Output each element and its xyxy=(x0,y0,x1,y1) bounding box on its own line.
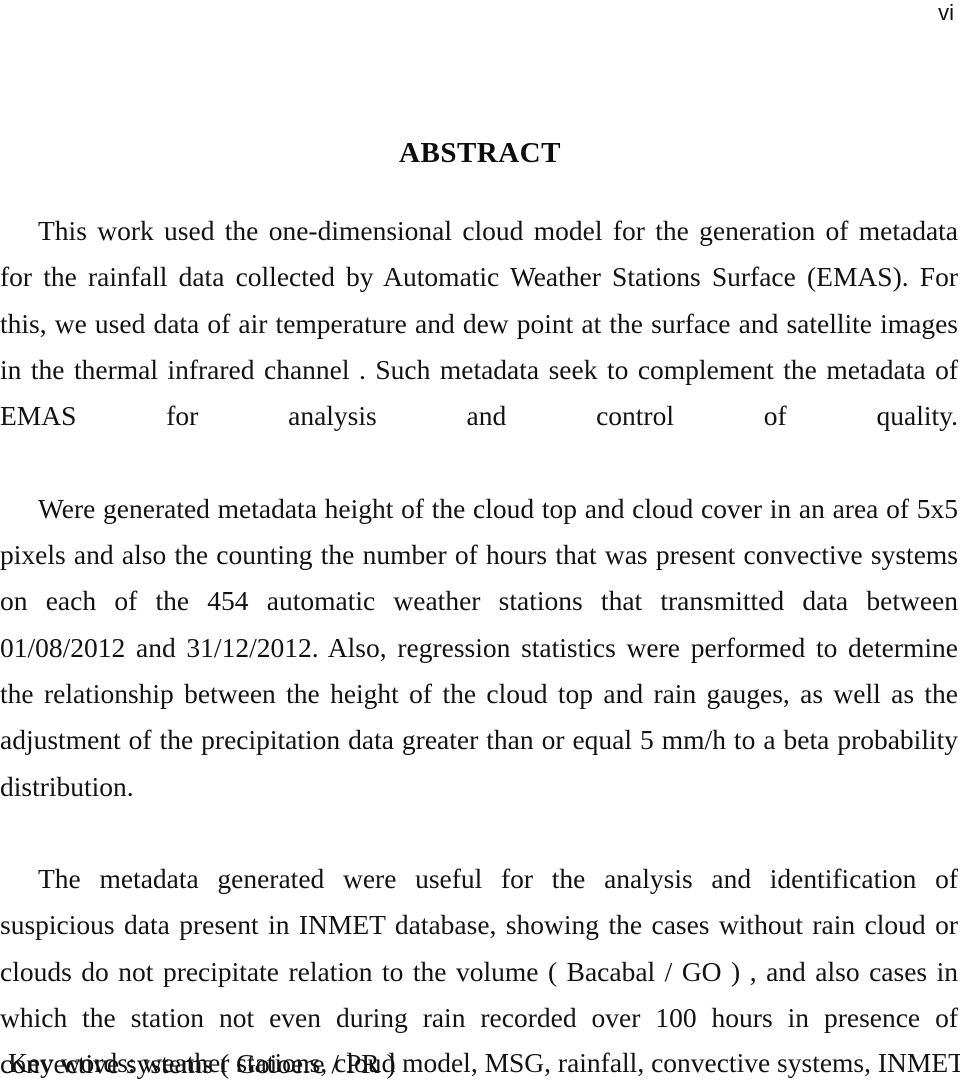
abstract-paragraph: Were generated metadata height of the cl… xyxy=(0,492,958,802)
abstract-paragraph: This work used the one-dimensional cloud… xyxy=(0,215,958,432)
document-page: vi ABSTRACT This work used the one-dimen… xyxy=(0,0,960,1085)
keywords-line: Key words: weather stations, cloud model… xyxy=(8,1047,960,1078)
page-number: vi xyxy=(938,0,954,25)
page-title: ABSTRACT xyxy=(399,137,561,170)
abstract-body: This work used the one-dimensional cloud… xyxy=(0,208,958,1085)
